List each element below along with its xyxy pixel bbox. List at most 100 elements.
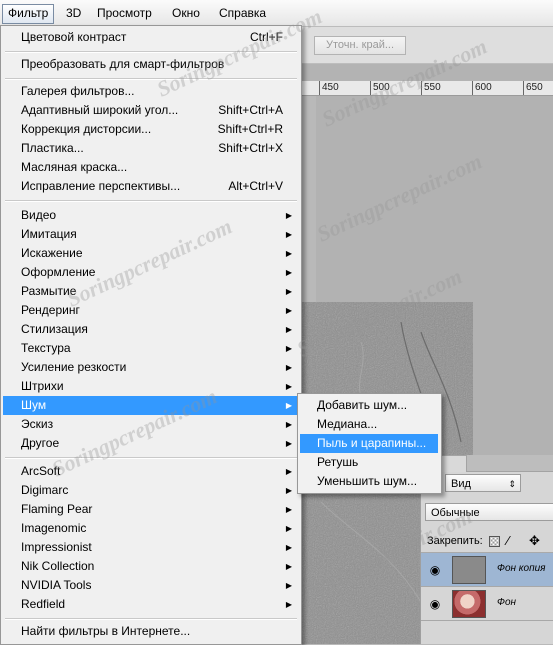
menu-item-label: Медиана...	[317, 417, 378, 431]
menubar: Фильтр 3D Просмотр Окно Справка	[0, 0, 553, 27]
menu-item-label: Коррекция дисторсии...	[21, 122, 152, 136]
menu-item-label: Текстура	[21, 341, 71, 355]
menu-item-shortcut: Ctrl+F	[250, 30, 283, 44]
menu-help[interactable]: Справка	[214, 4, 271, 22]
menu-item-label: Галерея фильтров...	[21, 84, 135, 98]
submenu-arrow-icon: ▶	[285, 230, 292, 239]
menu-filter[interactable]: Фильтр	[2, 4, 55, 24]
menu-item-label: Пыль и царапины...	[317, 436, 427, 450]
menu-item-label: Имитация	[21, 227, 77, 241]
lock-label: Закрепить:	[427, 535, 483, 547]
submenu-arrow-icon: ▶	[285, 467, 292, 476]
lock-move-icon[interactable]: ✥	[529, 530, 540, 552]
menu-item-category[interactable]: Искажение ▶	[3, 244, 297, 263]
ruler-label: 450	[322, 82, 339, 93]
submenu-item-add-noise[interactable]: Добавить шум...	[300, 396, 438, 415]
menu-item-label: Redfield	[21, 597, 66, 611]
layer-filter-dropdown[interactable]: Вид ⇕	[445, 474, 521, 492]
menu-item-plugin[interactable]: Flaming Pear ▶	[3, 500, 297, 519]
menu-item-label: Исправление перспективы...	[21, 179, 181, 193]
menu-separator	[5, 200, 297, 202]
menu-separator	[5, 457, 297, 459]
menu-view[interactable]: Просмотр	[92, 4, 157, 22]
menu-item-plugin[interactable]: Impressionist ▶	[3, 538, 297, 557]
menu-item-category[interactable]: Оформление ▶	[3, 263, 297, 282]
menu-item-label: Impressionist	[21, 540, 92, 554]
submenu-arrow-icon: ▶	[285, 505, 292, 514]
menu-item-category[interactable]: Имитация ▶	[3, 225, 297, 244]
submenu-arrow-icon: ▶	[285, 344, 292, 353]
menu-item-label: Видео	[21, 208, 57, 222]
menu-item-label: Оформление	[21, 265, 96, 279]
menu-item-plugin[interactable]: NVIDIA Tools ▶	[3, 576, 297, 595]
menu-item-category[interactable]: Другое ▶	[3, 434, 297, 453]
submenu-arrow-icon: ▶	[285, 420, 292, 429]
menu-item-plugin[interactable]: Redfield ▶	[3, 595, 297, 614]
menu-item-shortcut: Shift+Ctrl+X	[218, 141, 283, 155]
submenu-arrow-icon: ▶	[285, 287, 292, 296]
menu-item-label: Стилизация	[21, 322, 88, 336]
lock-brush-icon[interactable]: ∕	[507, 530, 509, 552]
menu-item-vanishing-point[interactable]: Исправление перспективы... Alt+Ctrl+V	[3, 177, 297, 196]
submenu-item-median[interactable]: Медиана...	[300, 415, 438, 434]
menu-item-label: Ретушь	[317, 455, 359, 469]
menu-item-liquify[interactable]: Пластика... Shift+Ctrl+X	[3, 139, 297, 158]
submenu-arrow-icon: ▶	[285, 524, 292, 533]
menu-item-category[interactable]: Эскиз ▶	[3, 415, 297, 434]
menu-item-label: Добавить шум...	[317, 398, 408, 412]
menu-item-label: Найти фильтры в Интернете...	[21, 624, 191, 638]
submenu-item-reduce-noise[interactable]: Уменьшить шум...	[300, 472, 438, 491]
menu-item-filter-gallery[interactable]: Галерея фильтров...	[3, 82, 297, 101]
menu-item-label: Преобразовать для смарт-фильтров	[21, 57, 225, 71]
menu-item-color-contrast[interactable]: Цветовой контраст Ctrl+F	[3, 28, 297, 47]
layer-filter-value: Вид	[451, 478, 471, 490]
menu-item-label: Пластика...	[21, 141, 84, 155]
menu-item-plugin[interactable]: Digimarc ▶	[3, 481, 297, 500]
menu-item-plugin[interactable]: Nik Collection ▶	[3, 557, 297, 576]
menu-item-category[interactable]: Усиление резкости ▶	[3, 358, 297, 377]
submenu-arrow-icon: ▶	[285, 211, 292, 220]
submenu-arrow-icon: ▶	[285, 306, 292, 315]
layer-row[interactable]: ◉ Фон копия	[421, 553, 553, 587]
submenu-arrow-icon: ▶	[285, 600, 292, 609]
submenu-arrow-icon: ▶	[285, 268, 292, 277]
submenu-item-despeckle[interactable]: Ретушь	[300, 453, 438, 472]
menu-item-noise[interactable]: Шум ▶	[3, 396, 297, 415]
layer-row[interactable]: ◉ Фон	[421, 587, 553, 621]
menu-item-label: Flaming Pear	[21, 502, 93, 516]
layer-name: Фон копия	[497, 563, 546, 574]
menu-item-shortcut: Shift+Ctrl+A	[218, 103, 283, 117]
submenu-arrow-icon: ▶	[285, 382, 292, 391]
menu-item-plugin[interactable]: ArcSoft ▶	[3, 462, 297, 481]
menu-item-label: Штрихи	[21, 379, 64, 393]
layer-thumbnail	[452, 590, 486, 618]
lock-row: Закрепить: ∕ ✥	[421, 530, 553, 553]
menu-item-category[interactable]: Размытие ▶	[3, 282, 297, 301]
menu-item-label: Усиление резкости	[21, 360, 127, 374]
menu-item-category[interactable]: Видео ▶	[3, 206, 297, 225]
eye-icon[interactable]: ◉	[428, 563, 442, 577]
menu-item-category[interactable]: Стилизация ▶	[3, 320, 297, 339]
menu-item-label: Рендеринг	[21, 303, 80, 317]
menu-item-lens-correction[interactable]: Коррекция дисторсии... Shift+Ctrl+R	[3, 120, 297, 139]
blend-mode-dropdown[interactable]: Обычные	[425, 503, 553, 521]
menu-item-adaptive-wide-angle[interactable]: Адаптивный широкий угол... Shift+Ctrl+A	[3, 101, 297, 120]
menu-item-plugin[interactable]: Imagenomic ▶	[3, 519, 297, 538]
menu-item-label: Шум	[21, 398, 47, 412]
submenu-arrow-icon: ▶	[285, 543, 292, 552]
menu-item-category[interactable]: Рендеринг ▶	[3, 301, 297, 320]
refine-edge-button[interactable]: Уточн. край...	[314, 36, 406, 55]
lock-transparency-icon[interactable]	[489, 536, 500, 547]
menu-item-category[interactable]: Текстура ▶	[3, 339, 297, 358]
eye-icon[interactable]: ◉	[428, 597, 442, 611]
menu-item-label: Размытие	[21, 284, 77, 298]
menu-3d[interactable]: 3D	[61, 4, 86, 22]
menu-item-category[interactable]: Штрихи ▶	[3, 377, 297, 396]
menu-item-browse-filters-online[interactable]: Найти фильтры в Интернете...	[3, 622, 297, 641]
menu-window[interactable]: Окно	[167, 4, 205, 22]
menu-item-oil-paint[interactable]: Масляная краска...	[3, 158, 297, 177]
submenu-item-dust-and-scratches[interactable]: Пыль и царапины...	[300, 434, 438, 453]
submenu-arrow-icon: ▶	[285, 363, 292, 372]
menu-item-label: Другое	[21, 436, 60, 450]
menu-item-convert-smart-filters[interactable]: Преобразовать для смарт-фильтров	[3, 55, 297, 74]
